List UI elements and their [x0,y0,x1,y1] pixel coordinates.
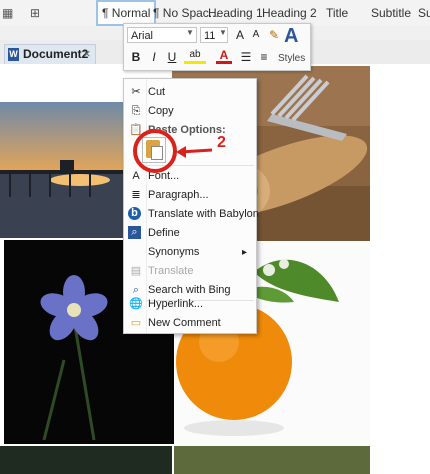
photo-strip-right [174,446,370,474]
menu-item-label: Paragraph... [148,189,209,201]
styles-label[interactable]: Styles [278,53,305,64]
hyperlink-icon: 🌐 [129,298,143,310]
grow-font-button[interactable]: A [232,27,248,43]
babylon-icon: b [128,207,141,220]
numbering-icon[interactable]: ≡ [256,49,272,65]
style-subtitle[interactable]: Subtitle [371,0,411,26]
chevron-down-icon[interactable]: ▼ [186,28,194,37]
menu-item-copy[interactable]: ⎘ Copy [124,102,256,121]
menu-item-translate-babylon[interactable]: b Translate with Babylon [124,205,259,224]
menu-item-hyperlink[interactable]: 🌐 Hyperlink... [124,295,256,314]
menu-item-label: Hyperlink... [148,298,204,310]
pier-photo [0,102,126,238]
underline-button[interactable]: U [164,49,180,65]
document-tab-label: Document2 [23,47,89,61]
font-color-button[interactable]: A [216,49,232,64]
italic-button[interactable]: I [146,49,162,65]
bullets-icon[interactable]: ☰ [238,49,254,65]
menu-item-synonyms[interactable]: Synonyms ▸ [124,243,256,262]
menu-item-label: Cut [148,86,166,98]
menu-item-translate[interactable]: ▤ Translate [124,262,256,281]
style-subtle[interactable]: Su [418,0,430,26]
menu-item-label: Copy [148,105,174,117]
menu-item-label: Translate with Babylon [148,208,259,220]
chevron-down-icon[interactable]: ▼ [219,28,227,37]
menu-item-label: Synonyms [148,246,200,258]
copy-icon: ⎘ [131,105,141,117]
comment-icon: ▭ [130,317,142,329]
translate-icon: ▤ [130,265,142,277]
define-icon: ⌕ [128,226,141,239]
menu-item-define[interactable]: ⌕ Define [124,224,256,243]
menu-item-label: Translate [148,265,194,277]
menu-item-new-comment[interactable]: ▭ New Comment [124,314,256,333]
borders-icon[interactable]: ⊞ [30,6,44,20]
highlight-button[interactable]: ab [184,49,206,64]
document-tab[interactable]: W Document2 × [4,44,96,66]
format-painter-icon[interactable]: ✎ [266,27,282,43]
style-title[interactable]: Title [326,0,348,26]
context-menu: ✂ Cut ⎘ Copy 📋 Paste Options: A Font... … [123,78,259,334]
menu-item-label: Define [148,227,180,239]
paragraph-icon: ≣ [131,189,141,201]
menu-item-label: New Comment [148,317,221,329]
layout-icon[interactable]: ▦ [2,6,16,20]
photo-strip-left [0,446,172,474]
bold-button[interactable]: B [128,49,144,65]
word-doc-icon: W [8,48,19,61]
menu-item-paragraph[interactable]: ≣ Paragraph... [124,186,256,205]
close-icon[interactable]: × [83,46,91,61]
shrink-font-button[interactable]: A [248,27,264,43]
submenu-arrow-icon: ▸ [242,247,248,258]
annotation-number: 2 [217,134,226,151]
mini-toolbar: Arial ▼ 11 ▼ A A ✎ B I U ab A ☰ ≡ A Styl… [123,23,311,71]
menu-item-cut[interactable]: ✂ Cut [124,83,256,102]
scissors-icon: ✂ [131,86,141,98]
styles-glyph[interactable]: A [284,25,298,48]
